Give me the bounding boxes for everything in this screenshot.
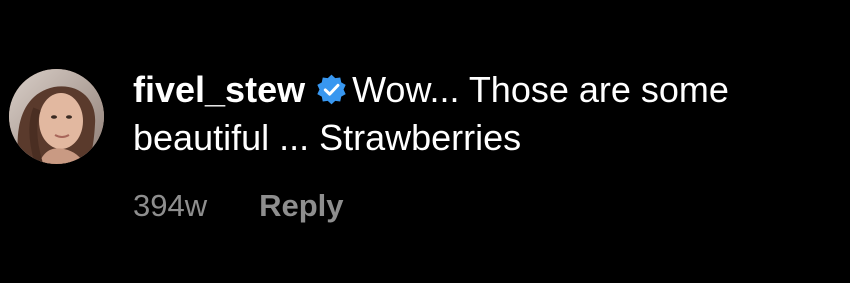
comment-timestamp: 394w [133, 188, 208, 223]
comment-text-line1: Wow... Those are some [352, 69, 729, 110]
avatar-image [9, 69, 104, 164]
comment-item: fivel_stew Wow... Those are some beautif… [0, 0, 850, 283]
verified-badge-icon [317, 74, 346, 105]
username-link[interactable]: fivel_stew [133, 69, 305, 110]
avatar[interactable] [9, 69, 104, 164]
reply-button[interactable]: Reply [259, 188, 343, 224]
comment-text-block: fivel_stew Wow... Those are some beautif… [133, 66, 845, 162]
comment-meta: 394w Reply [133, 188, 344, 224]
comment-body: fivel_stew Wow... Those are some beautif… [133, 66, 845, 162]
comment-text-line2: beautiful ... Strawberries [133, 117, 522, 158]
